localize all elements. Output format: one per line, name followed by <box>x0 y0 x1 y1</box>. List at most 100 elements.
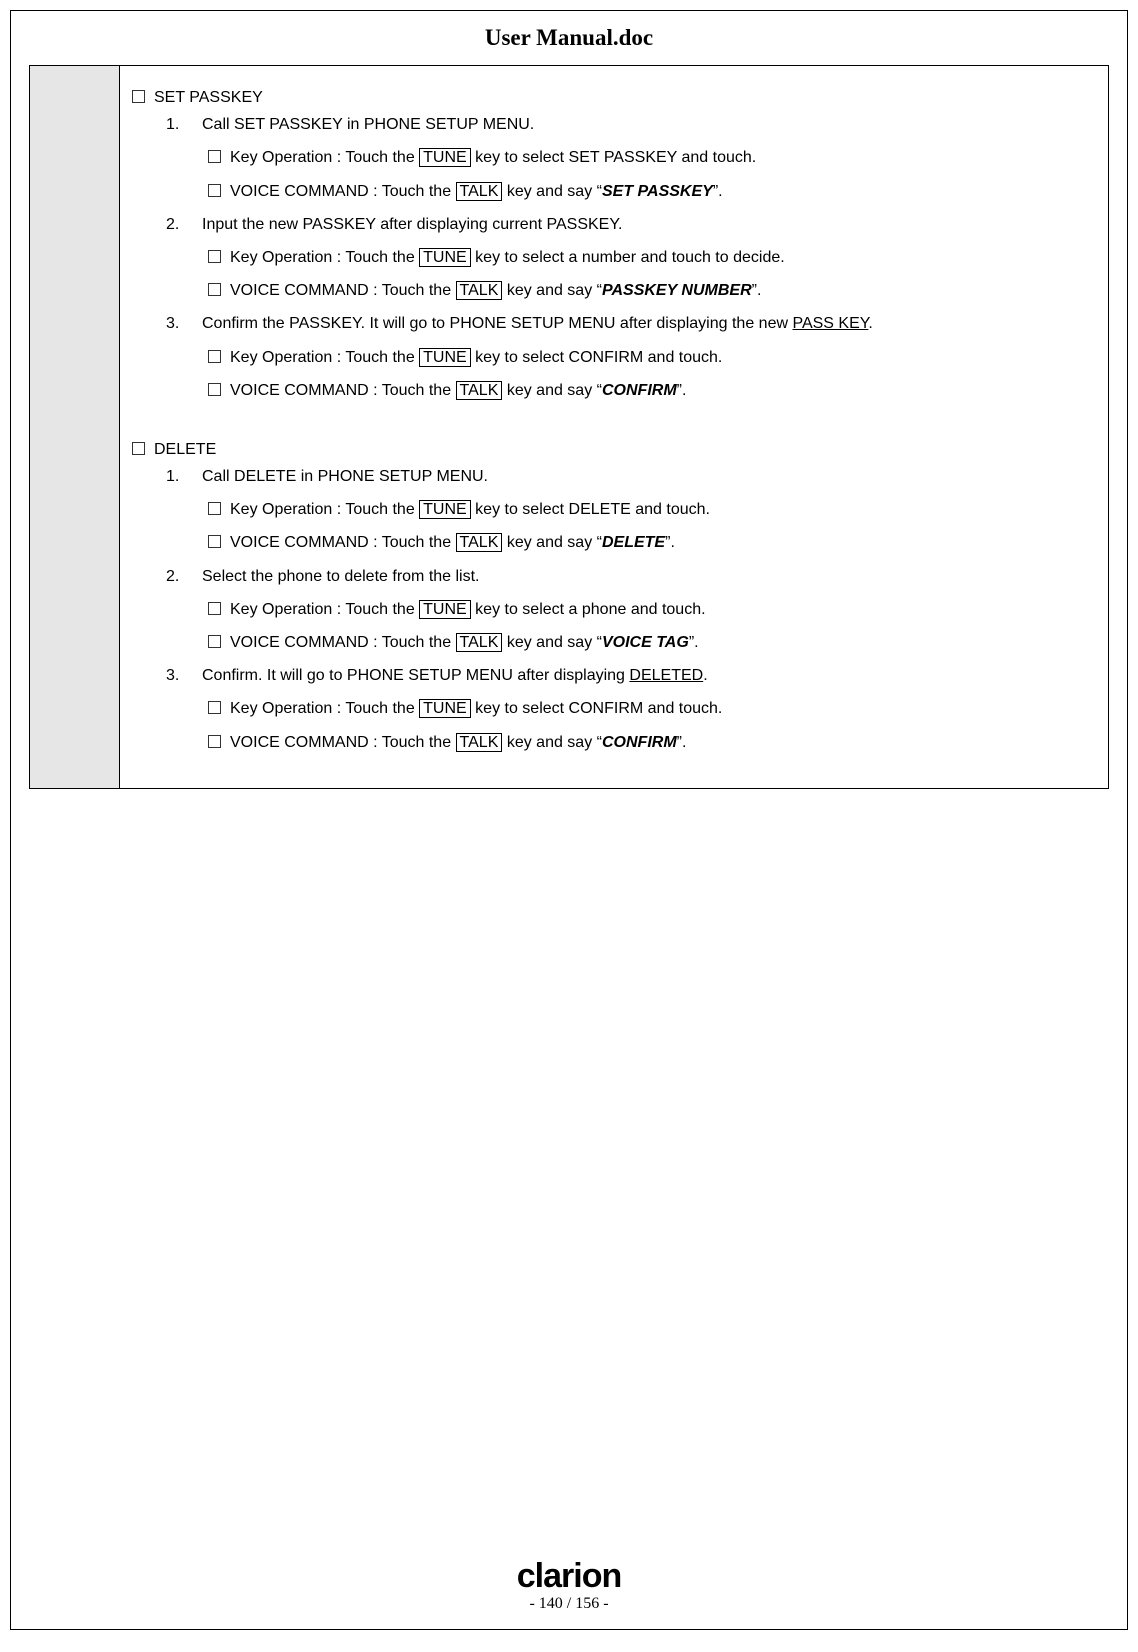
checkbox-icon <box>208 502 221 515</box>
voice-pre: key and say “ <box>502 734 602 751</box>
tune-key: TUNE <box>419 500 471 519</box>
voice-word: CONFIRM <box>602 734 677 751</box>
voice-word: PASSKEY NUMBER <box>602 282 752 299</box>
checkbox-icon <box>208 350 221 363</box>
step-number: 3. <box>166 664 202 687</box>
checkbox-icon <box>132 90 145 103</box>
voice-post: ”. <box>752 282 762 299</box>
key-op-row: Key Operation : Touch the TUNE key to se… <box>208 346 1086 369</box>
checkbox-icon <box>208 283 221 296</box>
key-op-tail: key to select SET PASSKEY and touch. <box>471 149 757 166</box>
voice-cmd-row: VOICE COMMAND : Touch the TALK key and s… <box>208 631 1086 654</box>
key-op-label: Key Operation : Touch the <box>230 501 419 518</box>
checkbox-icon <box>208 250 221 263</box>
tune-key: TUNE <box>419 600 471 619</box>
step-row: 1. Call SET PASSKEY in PHONE SETUP MENU. <box>166 113 1086 136</box>
step-text: Confirm the PASSKEY. It will go to PHONE… <box>202 312 1086 335</box>
checkbox-icon <box>208 701 221 714</box>
voice-cmd-text: VOICE COMMAND : Touch the TALK key and s… <box>230 279 761 302</box>
page-footer: clarion - 140 / 156 - <box>11 1559 1127 1613</box>
key-op-text: Key Operation : Touch the TUNE key to se… <box>230 246 785 269</box>
brand-logo: clarion <box>11 1559 1127 1593</box>
voice-post: ”. <box>689 634 699 651</box>
step-row: 1. Call DELETE in PHONE SETUP MENU. <box>166 465 1086 488</box>
voice-cmd-row: VOICE COMMAND : Touch the TALK key and s… <box>208 731 1086 754</box>
step-text: Confirm. It will go to PHONE SETUP MENU … <box>202 664 1086 687</box>
voice-word: CONFIRM <box>602 382 677 399</box>
step-row: 3. Confirm. It will go to PHONE SETUP ME… <box>166 664 1086 687</box>
talk-key: TALK <box>456 281 503 300</box>
step-text: Call DELETE in PHONE SETUP MENU. <box>202 465 1086 488</box>
voice-cmd-row: VOICE COMMAND : Touch the TALK key and s… <box>208 531 1086 554</box>
document-title: User Manual.doc <box>29 25 1109 51</box>
voice-cmd-text: VOICE COMMAND : Touch the TALK key and s… <box>230 731 686 754</box>
key-op-tail: key to select CONFIRM and touch. <box>471 700 723 717</box>
step-text-post: . <box>703 667 707 684</box>
left-margin-cell <box>30 66 120 789</box>
talk-key: TALK <box>456 381 503 400</box>
section-head-row: SET PASSKEY <box>132 86 1086 109</box>
content-cell: SET PASSKEY 1. Call SET PASSKEY in PHONE… <box>120 66 1109 789</box>
step-row: 3. Confirm the PASSKEY. It will go to PH… <box>166 312 1086 335</box>
tune-key: TUNE <box>419 348 471 367</box>
key-op-tail: key to select a number and touch to deci… <box>471 249 785 266</box>
step-text: Select the phone to delete from the list… <box>202 565 1086 588</box>
voice-post: ”. <box>677 734 687 751</box>
voice-cmd-text: VOICE COMMAND : Touch the TALK key and s… <box>230 531 675 554</box>
voice-cmd-row: VOICE COMMAND : Touch the TALK key and s… <box>208 180 1086 203</box>
key-op-row: Key Operation : Touch the TUNE key to se… <box>208 598 1086 621</box>
talk-key: TALK <box>456 633 503 652</box>
checkbox-icon <box>208 635 221 648</box>
talk-key: TALK <box>456 533 503 552</box>
step-number: 1. <box>166 113 202 136</box>
voice-post: ”. <box>665 534 675 551</box>
step-text-ul: PASS KEY <box>792 315 868 332</box>
voice-cmd-text: VOICE COMMAND : Touch the TALK key and s… <box>230 379 686 402</box>
voice-word: DELETE <box>602 534 665 551</box>
key-op-tail: key to select CONFIRM and touch. <box>471 349 723 366</box>
section-title: SET PASSKEY <box>154 86 263 109</box>
voice-word: SET PASSKEY <box>602 183 713 200</box>
key-op-label: Key Operation : Touch the <box>230 149 419 166</box>
page-frame: User Manual.doc SET PASSKEY 1. Call SET … <box>10 10 1128 1630</box>
talk-key: TALK <box>456 733 503 752</box>
content-table: SET PASSKEY 1. Call SET PASSKEY in PHONE… <box>29 65 1109 789</box>
step-number: 3. <box>166 312 202 335</box>
step-number: 2. <box>166 565 202 588</box>
checkbox-icon <box>208 150 221 163</box>
voice-cmd-label: VOICE COMMAND : Touch the <box>230 734 456 751</box>
key-op-row: Key Operation : Touch the TUNE key to se… <box>208 246 1086 269</box>
checkbox-icon <box>208 184 221 197</box>
checkbox-icon <box>208 735 221 748</box>
step-text-pre: Confirm the PASSKEY. It will go to PHONE… <box>202 315 792 332</box>
step-row: 2. Select the phone to delete from the l… <box>166 565 1086 588</box>
key-op-row: Key Operation : Touch the TUNE key to se… <box>208 146 1086 169</box>
checkbox-icon <box>132 442 145 455</box>
checkbox-icon <box>208 602 221 615</box>
voice-cmd-label: VOICE COMMAND : Touch the <box>230 282 456 299</box>
voice-cmd-text: VOICE COMMAND : Touch the TALK key and s… <box>230 180 723 203</box>
step-text: Call SET PASSKEY in PHONE SETUP MENU. <box>202 113 1086 136</box>
key-op-text: Key Operation : Touch the TUNE key to se… <box>230 346 722 369</box>
step-text: Input the new PASSKEY after displaying c… <box>202 213 1086 236</box>
step-text-ul: DELETED <box>629 667 703 684</box>
section-title: DELETE <box>154 438 216 461</box>
key-op-label: Key Operation : Touch the <box>230 349 419 366</box>
tune-key: TUNE <box>419 699 471 718</box>
voice-pre: key and say “ <box>502 534 602 551</box>
voice-cmd-label: VOICE COMMAND : Touch the <box>230 634 456 651</box>
step-number: 2. <box>166 213 202 236</box>
key-op-row: Key Operation : Touch the TUNE key to se… <box>208 498 1086 521</box>
key-op-row: Key Operation : Touch the TUNE key to se… <box>208 697 1086 720</box>
step-text-pre: Confirm. It will go to PHONE SETUP MENU … <box>202 667 629 684</box>
brand-text: clarion <box>517 1557 621 1595</box>
key-op-label: Key Operation : Touch the <box>230 700 419 717</box>
voice-pre: key and say “ <box>502 183 602 200</box>
voice-cmd-text: VOICE COMMAND : Touch the TALK key and s… <box>230 631 699 654</box>
checkbox-icon <box>208 383 221 396</box>
tune-key: TUNE <box>419 148 471 167</box>
key-op-text: Key Operation : Touch the TUNE key to se… <box>230 146 756 169</box>
voice-post: ”. <box>677 382 687 399</box>
step-number: 1. <box>166 465 202 488</box>
voice-cmd-label: VOICE COMMAND : Touch the <box>230 183 456 200</box>
